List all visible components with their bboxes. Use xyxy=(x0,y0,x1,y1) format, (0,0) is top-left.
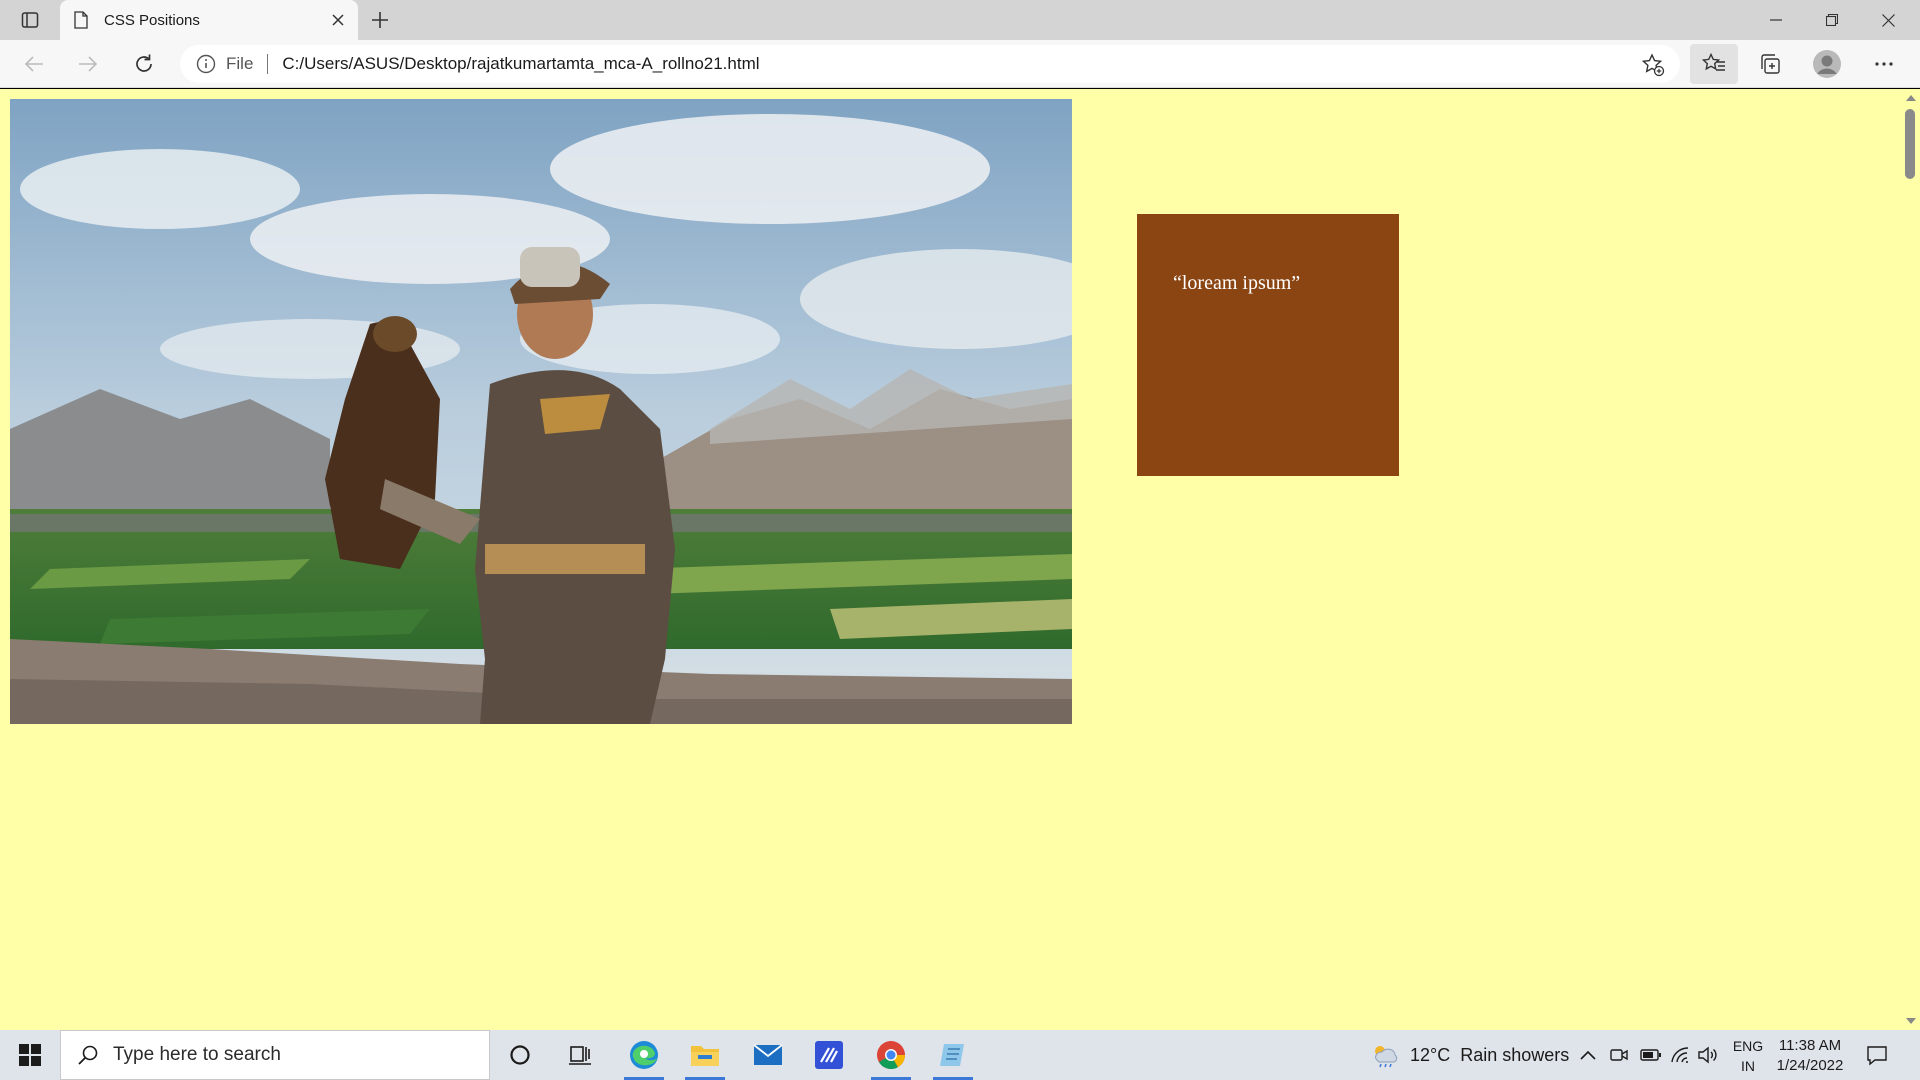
file-explorer-app[interactable] xyxy=(677,1030,733,1080)
weather-widget[interactable]: 12°C Rain showers xyxy=(1370,1030,1569,1080)
cortana-button[interactable] xyxy=(492,1030,548,1080)
pen-app-icon xyxy=(815,1041,843,1069)
site-info-button[interactable]: File xyxy=(196,54,253,74)
tab-close-button[interactable] xyxy=(324,6,352,34)
forward-button[interactable] xyxy=(70,48,106,80)
notepad-icon xyxy=(940,1044,964,1066)
minimize-button[interactable] xyxy=(1748,0,1804,40)
start-button[interactable] xyxy=(0,1030,60,1080)
tab-actions-icon xyxy=(21,12,39,28)
chrome-icon xyxy=(877,1041,906,1070)
scroll-thumb[interactable] xyxy=(1905,109,1915,179)
browser-toolbar: File C:/Users/ASUS/Desktop/rajatkumartam… xyxy=(0,40,1920,88)
clock-date: 1/24/2022 xyxy=(1776,1057,1844,1074)
notification-icon xyxy=(1867,1046,1887,1066)
plus-icon xyxy=(372,12,388,28)
collections-icon xyxy=(1761,54,1780,74)
vertical-scrollbar[interactable] xyxy=(1900,89,1920,1030)
active-tab[interactable]: CSS Positions xyxy=(60,0,358,40)
weather-description: Rain showers xyxy=(1460,1044,1570,1065)
mail-icon xyxy=(753,1044,783,1065)
pen-app[interactable] xyxy=(801,1030,857,1080)
positioned-box: “loream ipsum” xyxy=(1137,214,1399,476)
star-add-icon xyxy=(1641,53,1665,77)
page-viewport: “loream ipsum” xyxy=(0,89,1900,1030)
speaker-icon xyxy=(1698,1046,1717,1064)
network-indicator[interactable] xyxy=(1670,1030,1690,1080)
weather-rain-icon xyxy=(1375,1046,1398,1068)
box-text: “loream ipsum” xyxy=(1173,272,1301,294)
arrow-right-icon xyxy=(79,56,98,72)
mail-app[interactable] xyxy=(740,1030,796,1080)
notepad-app[interactable] xyxy=(925,1030,981,1080)
tab-title: CSS Positions xyxy=(104,11,200,29)
windows-logo-icon xyxy=(19,1044,41,1066)
battery-icon xyxy=(1640,1049,1661,1061)
refresh-button[interactable] xyxy=(126,48,162,80)
close-icon xyxy=(332,14,344,26)
search-icon xyxy=(78,1045,98,1065)
task-view-icon xyxy=(569,1046,591,1065)
profile-button[interactable] xyxy=(1803,44,1851,84)
hero-image xyxy=(10,99,1072,724)
battery-indicator[interactable] xyxy=(1640,1030,1662,1080)
restore-button[interactable] xyxy=(1804,0,1860,40)
edge-app[interactable] xyxy=(616,1030,672,1080)
language-indicator[interactable]: ENG IN xyxy=(1728,1036,1768,1076)
favorites-icon xyxy=(1702,53,1725,71)
close-window-button[interactable] xyxy=(1860,0,1916,40)
show-hidden-icons-button[interactable] xyxy=(1580,1030,1596,1080)
cortana-icon xyxy=(510,1045,530,1065)
search-placeholder: Type here to search xyxy=(113,1044,281,1065)
task-view-button[interactable] xyxy=(552,1030,608,1080)
more-menu-button[interactable] xyxy=(1860,44,1908,84)
camera-icon xyxy=(1610,1049,1628,1061)
clock-time: 11:38 AM xyxy=(1778,1037,1842,1054)
taskbar: Type here to search 12°C Rain showers EN… xyxy=(0,1030,1920,1080)
scroll-down-icon[interactable] xyxy=(1906,1018,1916,1024)
address-bar[interactable]: File C:/Users/ASUS/Desktop/rajatkumartam… xyxy=(180,45,1680,83)
arrow-left-icon xyxy=(24,56,43,72)
url-text[interactable]: C:/Users/ASUS/Desktop/rajatkumartamta_mc… xyxy=(282,54,759,74)
info-icon xyxy=(196,54,216,74)
tab-actions-button[interactable] xyxy=(12,6,48,34)
weather-temp: 12°C xyxy=(1410,1044,1451,1065)
eagle-hunter-photo xyxy=(10,99,1072,724)
taskbar-search-box[interactable]: Type here to search xyxy=(60,1030,490,1080)
tab-strip: CSS Positions xyxy=(0,0,1920,40)
favorites-button[interactable] xyxy=(1690,44,1738,84)
folder-icon xyxy=(691,1046,719,1066)
wifi-icon xyxy=(1671,1047,1689,1063)
chevron-up-icon xyxy=(1580,1050,1596,1060)
language-code: ENG xyxy=(1732,1038,1764,1054)
clock[interactable]: 11:38 AM 1/24/2022 xyxy=(1770,1036,1850,1076)
restore-icon xyxy=(1826,14,1838,26)
add-favorite-button[interactable] xyxy=(1640,52,1666,78)
collections-button[interactable] xyxy=(1746,44,1794,84)
volume-indicator[interactable] xyxy=(1698,1030,1718,1080)
address-separator xyxy=(267,54,269,74)
edge-icon xyxy=(630,1041,658,1069)
back-button[interactable] xyxy=(16,48,52,80)
refresh-icon xyxy=(136,54,152,72)
close-icon xyxy=(1881,13,1895,27)
notifications-button[interactable] xyxy=(1866,1030,1888,1080)
minimize-icon xyxy=(1770,19,1782,21)
meet-now-button[interactable] xyxy=(1610,1030,1628,1080)
new-tab-button[interactable] xyxy=(364,4,396,36)
ellipsis-icon xyxy=(1875,62,1893,66)
scroll-up-icon[interactable] xyxy=(1906,95,1916,101)
region-code: IN xyxy=(1741,1058,1755,1074)
address-prefix: File xyxy=(226,54,254,73)
chrome-app[interactable] xyxy=(863,1030,919,1080)
page-icon xyxy=(74,11,88,29)
avatar-icon xyxy=(1813,50,1841,78)
